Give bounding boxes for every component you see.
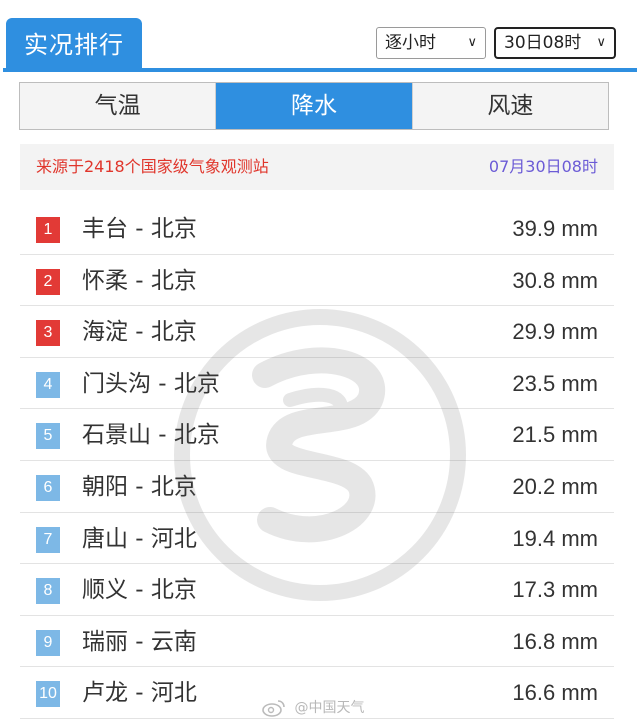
tab-precipitation[interactable]: 降水 <box>216 83 413 129</box>
source-info-bar: 来源于2418个国家级气象观测站 07月30日08时 <box>20 144 614 190</box>
station-name: 门头沟 - 北京 <box>82 370 220 397</box>
rank-badge: 8 <box>36 578 60 605</box>
precipitation-value: 17.3 mm <box>512 577 598 603</box>
station-name: 顺义 - 北京 <box>82 577 197 604</box>
station-name: 朝阳 - 北京 <box>82 473 197 500</box>
station-name: 瑞丽 - 云南 <box>82 628 197 655</box>
ranking-list: 1 丰台 - 北京 39.9 mm 2 怀柔 - 北京 30.8 mm 3 海淀… <box>20 203 614 719</box>
station-name: 丰台 - 北京 <box>82 216 197 242</box>
list-item[interactable]: 3 海淀 - 北京 29.9 mm <box>20 306 614 358</box>
rank-badge: 3 <box>36 320 60 347</box>
rank-badge: 1 <box>36 217 60 243</box>
list-item[interactable]: 9 瑞丽 - 云南 16.8 mm <box>20 616 614 668</box>
tab-wind-speed[interactable]: 风速 <box>413 83 608 129</box>
precipitation-value: 20.2 mm <box>512 473 598 499</box>
tab-temperature[interactable]: 气温 <box>20 83 217 129</box>
time-select[interactable]: 30日08时 ∨ <box>494 27 616 59</box>
precipitation-value: 30.8 mm <box>512 267 598 293</box>
station-name: 海淀 - 北京 <box>82 319 197 346</box>
rank-badge: 5 <box>36 423 60 450</box>
chevron-down-icon: ∨ <box>467 35 477 50</box>
header-bar: 实况排行 逐小时 ∨ 30日08时 ∨ <box>3 0 637 72</box>
list-item[interactable]: 1 丰台 - 北京 39.9 mm <box>20 203 614 255</box>
precipitation-value: 16.6 mm <box>512 680 598 706</box>
updated-time: 07月30日08时 <box>488 157 598 176</box>
interval-select[interactable]: 逐小时 ∨ <box>376 27 486 59</box>
list-item[interactable]: 7 唐山 - 河北 19.4 mm <box>20 513 614 565</box>
precipitation-value: 23.5 mm <box>512 370 598 396</box>
panel-title: 实况排行 <box>6 18 142 72</box>
precipitation-value: 39.9 mm <box>512 216 598 241</box>
precipitation-value: 21.5 mm <box>512 422 598 448</box>
list-item[interactable]: 4 门头沟 - 北京 23.5 mm <box>20 358 614 410</box>
list-item[interactable]: 2 怀柔 - 北京 30.8 mm <box>20 255 614 307</box>
station-name: 石景山 - 北京 <box>82 422 220 449</box>
interval-select-value: 逐小时 <box>385 33 436 53</box>
rank-badge: 6 <box>36 474 60 501</box>
station-name: 卢龙 - 河北 <box>82 680 197 707</box>
rank-badge: 7 <box>36 526 60 553</box>
list-item[interactable]: 8 顺义 - 北京 17.3 mm <box>20 564 614 616</box>
station-name: 怀柔 - 北京 <box>82 267 197 294</box>
metric-tabs: 气温 降水 风速 <box>19 82 609 130</box>
list-item[interactable]: 6 朝阳 - 北京 20.2 mm <box>20 461 614 513</box>
station-name: 唐山 - 河北 <box>82 525 197 552</box>
rank-badge: 2 <box>36 268 60 295</box>
chevron-down-icon: ∨ <box>596 35 606 50</box>
precipitation-value: 29.9 mm <box>512 319 598 345</box>
rank-badge: 10 <box>36 681 60 708</box>
time-select-value: 30日08时 <box>504 33 582 53</box>
rank-badge: 4 <box>36 371 60 398</box>
precipitation-value: 19.4 mm <box>512 525 598 551</box>
list-item[interactable]: 5 石景山 - 北京 21.5 mm <box>20 409 614 461</box>
list-item[interactable]: 10 卢龙 - 河北 16.6 mm <box>20 667 614 719</box>
precipitation-value: 16.8 mm <box>512 628 598 654</box>
source-text: 来源于2418个国家级气象观测站 <box>36 157 269 176</box>
rank-badge: 9 <box>36 629 60 656</box>
